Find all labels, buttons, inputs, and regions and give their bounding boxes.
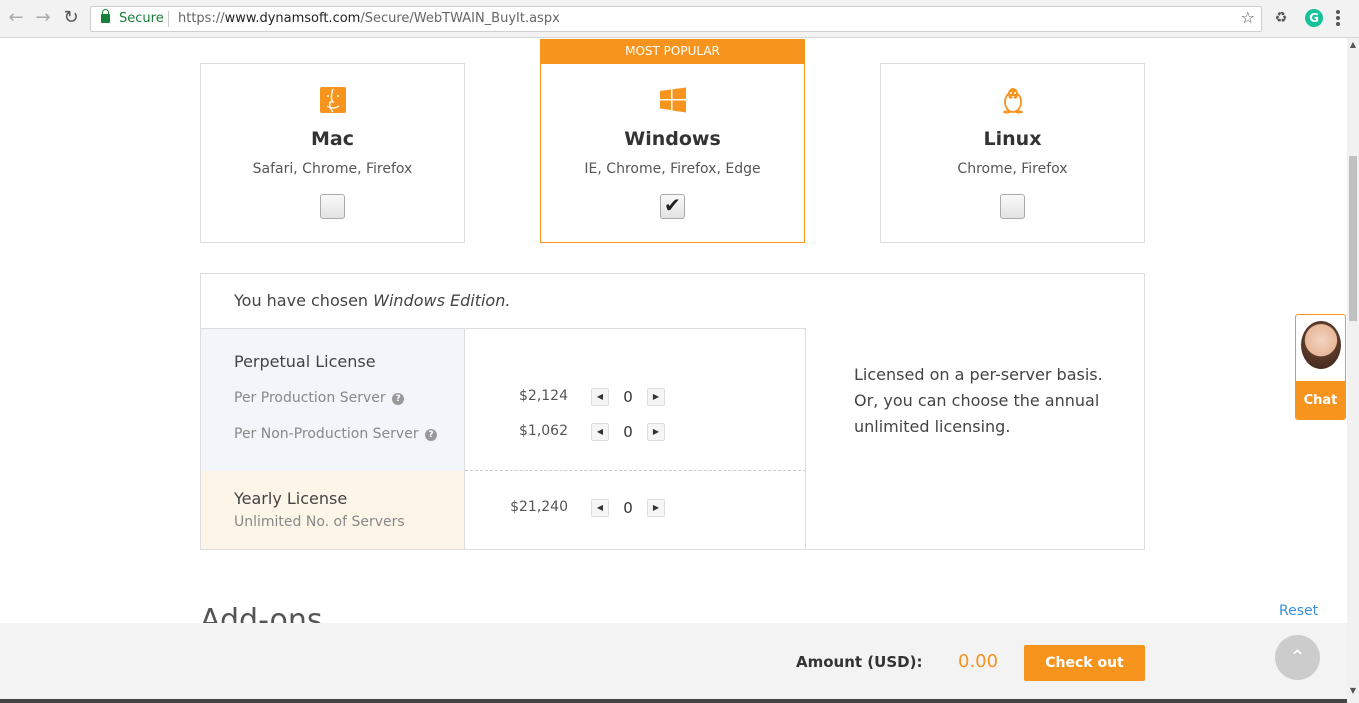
increment-button[interactable]: ▶ <box>647 388 665 406</box>
bookmark-star-icon[interactable]: ☆ <box>1241 8 1255 27</box>
mac-checkbox[interactable] <box>320 194 345 219</box>
license-description: Licensed on a per-server basis. Or, you … <box>854 365 1103 436</box>
yearly-row: $21,240 ◀ 0 ▶ <box>465 499 806 519</box>
platform-card-mac[interactable]: Mac Safari, Chrome, Firefox <box>200 63 465 243</box>
scroll-to-top-icon[interactable]: ⌃ <box>1275 635 1320 680</box>
platform-browsers: Safari, Chrome, Firefox <box>252 161 413 177</box>
platform-browsers: Chrome, Firefox <box>957 161 1068 177</box>
checkout-button[interactable]: Check out <box>1024 645 1145 681</box>
chat-label: Chat <box>1296 381 1345 419</box>
non-production-server-row: $1,062 ◀ 0 ▶ <box>465 423 806 443</box>
yearly-license-section: Yearly License Unlimited No. of Servers <box>201 471 465 549</box>
per-production-server-label: Per Production Server ? <box>234 390 405 406</box>
scroll-up-arrow-icon[interactable]: ▲ <box>1347 40 1359 50</box>
yearly-pricing: $21,240 ◀ 0 ▶ <box>465 471 806 549</box>
chosen-edition-text: You have chosen Windows Edition. <box>201 274 806 329</box>
linux-tux-icon <box>1003 88 1023 114</box>
decrement-button[interactable]: ◀ <box>591 388 609 406</box>
yearly-license-title: Yearly License <box>234 489 348 508</box>
page-scrollbar[interactable]: ▲ ▼ <box>1347 38 1359 703</box>
browser-menu-icon[interactable] <box>1336 10 1340 26</box>
most-popular-badge: MOST POPULAR <box>540 39 805 64</box>
secure-label: Secure <box>119 11 164 26</box>
help-icon[interactable]: ? <box>425 429 438 441</box>
platform-name: Windows <box>624 128 721 150</box>
url-text[interactable]: https://www.dynamsoft.com/Secure/WebTWAI… <box>178 11 560 26</box>
platform-name: Linux <box>983 128 1042 150</box>
decrement-button[interactable]: ◀ <box>591 423 609 441</box>
chat-widget[interactable]: Chat <box>1295 314 1346 420</box>
production-server-qty[interactable]: 0 <box>615 388 641 406</box>
perpetual-license-section: Perpetual License Per Production Server … <box>201 329 465 471</box>
yearly-price: $21,240 <box>510 499 568 515</box>
platform-name: Mac <box>311 128 354 150</box>
production-server-price: $2,124 <box>519 388 568 404</box>
increment-button[interactable]: ▶ <box>647 423 665 441</box>
perpetual-license-title: Perpetual License <box>234 352 376 371</box>
perpetual-pricing: $2,124 ◀ 0 ▶ $1,062 ◀ 0 ▶ <box>465 329 806 471</box>
browser-toolbar: ← → ↻ Secure https://www.dynamsoft.com/S… <box>0 0 1359 38</box>
amount-label: Amount (USD): <box>796 653 923 671</box>
linux-checkbox[interactable] <box>1000 194 1025 219</box>
help-icon[interactable]: ? <box>392 393 405 405</box>
taskbar-edge <box>0 699 1347 703</box>
lock-icon <box>101 9 110 23</box>
address-divider <box>168 11 169 27</box>
url-domain: www.dynamsoft.com <box>224 11 361 26</box>
production-server-row: $2,124 ◀ 0 ▶ <box>465 388 806 408</box>
per-production-server-text: Per Production Server <box>234 390 386 406</box>
scroll-down-arrow-icon[interactable]: ▼ <box>1347 686 1359 696</box>
license-description-panel: Licensed on a per-server basis. Or, you … <box>806 274 1144 549</box>
back-icon[interactable]: ← <box>6 8 26 28</box>
address-bar[interactable]: Secure https://www.dynamsoft.com/Secure/… <box>90 6 1262 32</box>
grammarly-extension-icon[interactable]: G <box>1305 9 1323 27</box>
non-production-server-price: $1,062 <box>519 423 568 439</box>
recycle-extension-icon[interactable]: ♻ <box>1272 9 1290 27</box>
amount-value: 0.00 <box>958 651 999 672</box>
yearly-license-subtitle: Unlimited No. of Servers <box>234 514 405 530</box>
windows-checkbox[interactable]: ✔ <box>660 193 685 219</box>
license-panel: You have chosen Windows Edition. Perpetu… <box>200 273 1145 550</box>
scroll-thumb[interactable] <box>1349 156 1357 321</box>
chosen-prefix: You have chosen <box>234 291 374 310</box>
reset-link[interactable]: Reset <box>1279 603 1318 619</box>
reload-icon[interactable]: ↻ <box>61 8 81 28</box>
windows-logo-icon <box>660 87 686 113</box>
platform-card-linux[interactable]: Linux Chrome, Firefox <box>880 63 1145 243</box>
check-icon: ✔ <box>664 193 681 217</box>
url-scheme: https:// <box>178 11 225 26</box>
decrement-button[interactable]: ◀ <box>591 499 609 517</box>
per-non-production-server-label: Per Non-Production Server ? <box>234 426 438 442</box>
support-agent-avatar <box>1301 321 1341 369</box>
non-production-server-qty[interactable]: 0 <box>615 423 641 441</box>
forward-icon[interactable]: → <box>33 8 53 28</box>
mac-finder-icon <box>320 87 346 113</box>
yearly-qty[interactable]: 0 <box>615 499 641 517</box>
chosen-edition-name: Windows Edition. <box>373 291 511 310</box>
url-path: /Secure/WebTWAIN_BuyIt.aspx <box>360 11 560 26</box>
per-non-production-server-text: Per Non-Production Server <box>234 426 419 442</box>
platform-browsers: IE, Chrome, Firefox, Edge <box>584 161 761 177</box>
platform-card-windows[interactable]: Windows IE, Chrome, Firefox, Edge ✔ <box>540 63 805 243</box>
increment-button[interactable]: ▶ <box>647 499 665 517</box>
checkout-footer: Amount (USD): 0.00 Check out ⌃ <box>0 623 1347 703</box>
